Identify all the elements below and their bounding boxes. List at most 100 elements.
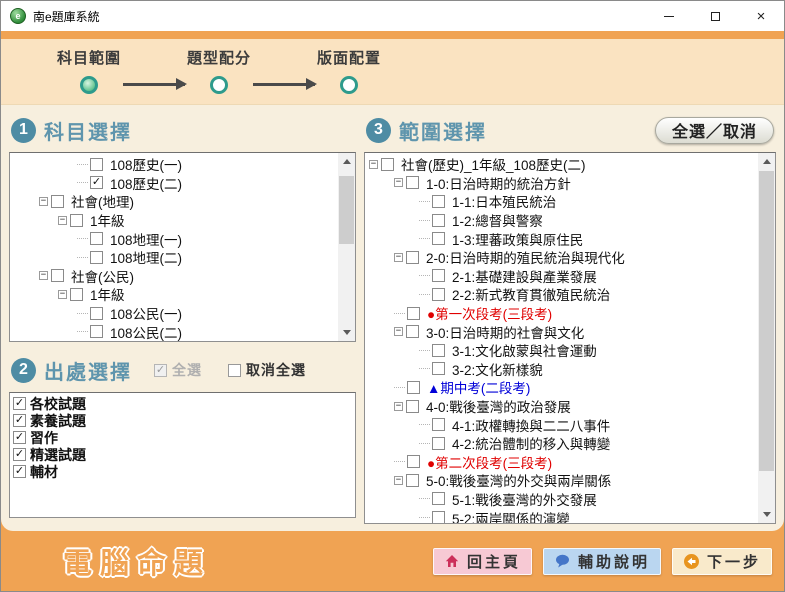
tree-item-label[interactable]: 1-2:總督與警察 — [452, 210, 543, 230]
tree-item-label[interactable]: 1年級 — [90, 284, 125, 304]
tree-item-label[interactable]: 108歷史(一) — [110, 154, 182, 174]
tree-row[interactable]: ▲期中考(二段考) — [365, 378, 758, 397]
checkbox[interactable] — [432, 269, 445, 282]
tree-row[interactable]: 1-2:總督與警察 — [365, 211, 758, 230]
checkbox[interactable]: ✓ — [13, 414, 26, 427]
checkbox[interactable] — [432, 195, 445, 208]
tree-row[interactable]: 108歷史(一) — [10, 155, 338, 174]
scroll-up-icon[interactable] — [338, 153, 355, 170]
checkbox[interactable]: ✓ — [13, 465, 26, 478]
select-all-checkbox[interactable]: ✓ — [154, 364, 167, 377]
tree-row[interactable]: 3-1:文化啟蒙與社會運動 — [365, 341, 758, 360]
list-item[interactable]: ✓各校試題 — [10, 395, 355, 412]
collapse-icon[interactable]: − — [394, 327, 403, 336]
checkbox[interactable] — [90, 307, 103, 320]
range-tree-scrollbar[interactable] — [758, 153, 775, 523]
tree-item-label[interactable]: 2-2:新式教育貫徹殖民統治 — [452, 284, 610, 304]
checkbox[interactable] — [432, 437, 445, 450]
scroll-down-icon[interactable] — [758, 506, 775, 523]
collapse-icon[interactable]: − — [58, 290, 67, 299]
tree-row[interactable]: 4-1:政權轉換與二二八事件 — [365, 415, 758, 434]
close-button[interactable]: × — [738, 1, 784, 31]
collapse-icon[interactable]: − — [394, 402, 403, 411]
checkbox[interactable] — [406, 251, 419, 264]
collapse-icon[interactable]: − — [394, 253, 403, 262]
home-button[interactable]: 回主頁 — [433, 548, 532, 575]
tree-item-label[interactable]: 5-1:戰後臺灣的外交發展 — [452, 489, 597, 509]
checkbox[interactable] — [90, 158, 103, 171]
collapse-icon[interactable]: − — [39, 197, 48, 206]
tree-row[interactable]: 108公民(一) — [10, 304, 338, 323]
checkbox[interactable] — [432, 362, 445, 375]
minimize-button[interactable] — [646, 1, 692, 31]
tree-row[interactable]: 2-2:新式教育貫徹殖民統治 — [365, 285, 758, 304]
checkbox[interactable] — [432, 344, 445, 357]
checkbox[interactable] — [381, 158, 394, 171]
checkbox[interactable] — [407, 455, 420, 468]
list-item[interactable]: ✓習作 — [10, 429, 355, 446]
tree-row[interactable]: − 1年級 — [10, 285, 338, 304]
tree-row[interactable]: − 1年級 — [10, 211, 338, 230]
tree-item-label[interactable]: 3-1:文化啟蒙與社會運動 — [452, 340, 597, 360]
tree-item-label[interactable]: 社會(歷史)_1年級_108歷史(二) — [401, 154, 586, 174]
checkbox[interactable] — [406, 474, 419, 487]
checkbox[interactable]: ✓ — [13, 431, 26, 444]
tree-row[interactable]: 2-1:基礎建設與產業發展 — [365, 267, 758, 286]
tree-row[interactable]: −社會(地理) — [10, 192, 338, 211]
scrollbar-thumb[interactable] — [339, 176, 354, 244]
subject-tree-scrollbar[interactable] — [338, 153, 355, 341]
checkbox[interactable] — [432, 492, 445, 505]
collapse-icon[interactable]: − — [394, 476, 403, 485]
tree-row[interactable]: 108公民(二) — [10, 322, 338, 341]
tree-item-label[interactable]: 1-1:日本殖民統治 — [452, 191, 556, 211]
tree-item-label[interactable]: 1-3:理蕃政策與原住民 — [452, 229, 583, 249]
tree-row[interactable]: ●第二次段考(三段考) — [365, 453, 758, 472]
tree-row[interactable]: 1-1:日本殖民統治 — [365, 192, 758, 211]
checkbox[interactable] — [90, 251, 103, 264]
tree-item-label[interactable]: 3-2:文化新樣貌 — [452, 359, 543, 379]
tree-row[interactable]: 5-2:兩岸關係的演變 — [365, 508, 758, 523]
tree-item-label[interactable]: 歷屆試題 — [71, 340, 125, 341]
tree-row[interactable]: −4-0:戰後臺灣的政治發展 — [365, 397, 758, 416]
tree-item-label[interactable]: 108公民(一) — [110, 303, 182, 323]
tree-item-label[interactable]: 108歷史(二) — [110, 173, 182, 193]
help-button[interactable]: 輔助說明 — [543, 548, 661, 575]
tree-row[interactable]: −2-0:日治時期的殖民統治與現代化 — [365, 248, 758, 267]
tree-row[interactable]: ●第一次段考(三段考) — [365, 304, 758, 323]
collapse-icon[interactable]: − — [394, 178, 403, 187]
checkbox[interactable] — [70, 214, 83, 227]
tree-item-label[interactable]: 1-0:日治時期的統治方針 — [426, 173, 571, 193]
tree-row[interactable]: −社會(歷史)_1年級_108歷史(二) — [365, 155, 758, 174]
scroll-down-icon[interactable] — [338, 324, 355, 341]
tree-item-label[interactable]: 2-1:基礎建設與產業發展 — [452, 266, 597, 286]
checkbox[interactable] — [51, 269, 64, 282]
next-button[interactable]: 下一步 — [672, 548, 772, 575]
checkbox[interactable] — [51, 195, 64, 208]
tree-row[interactable]: 108地理(一) — [10, 229, 338, 248]
tree-row[interactable]: 108地理(二) — [10, 248, 338, 267]
tree-item-label[interactable]: 5-0:戰後臺灣的外交與兩岸關係 — [426, 470, 611, 490]
tree-item-label[interactable]: ▲期中考(二段考) — [427, 377, 530, 397]
checkbox[interactable]: ✓ — [13, 448, 26, 461]
checkbox[interactable] — [90, 232, 103, 245]
list-item[interactable]: ✓素養試題 — [10, 412, 355, 429]
tree-item-label[interactable]: ●第一次段考(三段考) — [427, 303, 552, 323]
tree-item-label[interactable]: 3-0:日治時期的社會與文化 — [426, 322, 584, 342]
tree-item-label[interactable]: ●第二次段考(三段考) — [427, 452, 552, 472]
checkbox[interactable] — [90, 325, 103, 338]
tree-row[interactable]: 4-2:統治體制的移入與轉變 — [365, 434, 758, 453]
collapse-icon[interactable]: − — [58, 216, 67, 225]
checkbox[interactable] — [432, 511, 445, 523]
checkbox[interactable] — [406, 325, 419, 338]
tree-row[interactable]: 5-1:戰後臺灣的外交發展 — [365, 490, 758, 509]
tree-item-label[interactable]: 108地理(一) — [110, 229, 182, 249]
checkbox[interactable]: ✓ — [90, 176, 103, 189]
tree-item-label[interactable]: 社會(公民) — [71, 266, 134, 286]
checkbox[interactable] — [406, 176, 419, 189]
tree-item-label[interactable]: 108公民(二) — [110, 322, 182, 341]
tree-item-label[interactable]: 1年級 — [90, 210, 125, 230]
tree-row[interactable]: − 社會(公民) — [10, 267, 338, 286]
scroll-up-icon[interactable] — [758, 153, 775, 170]
collapse-icon[interactable]: − — [39, 271, 48, 280]
checkbox[interactable] — [432, 232, 445, 245]
